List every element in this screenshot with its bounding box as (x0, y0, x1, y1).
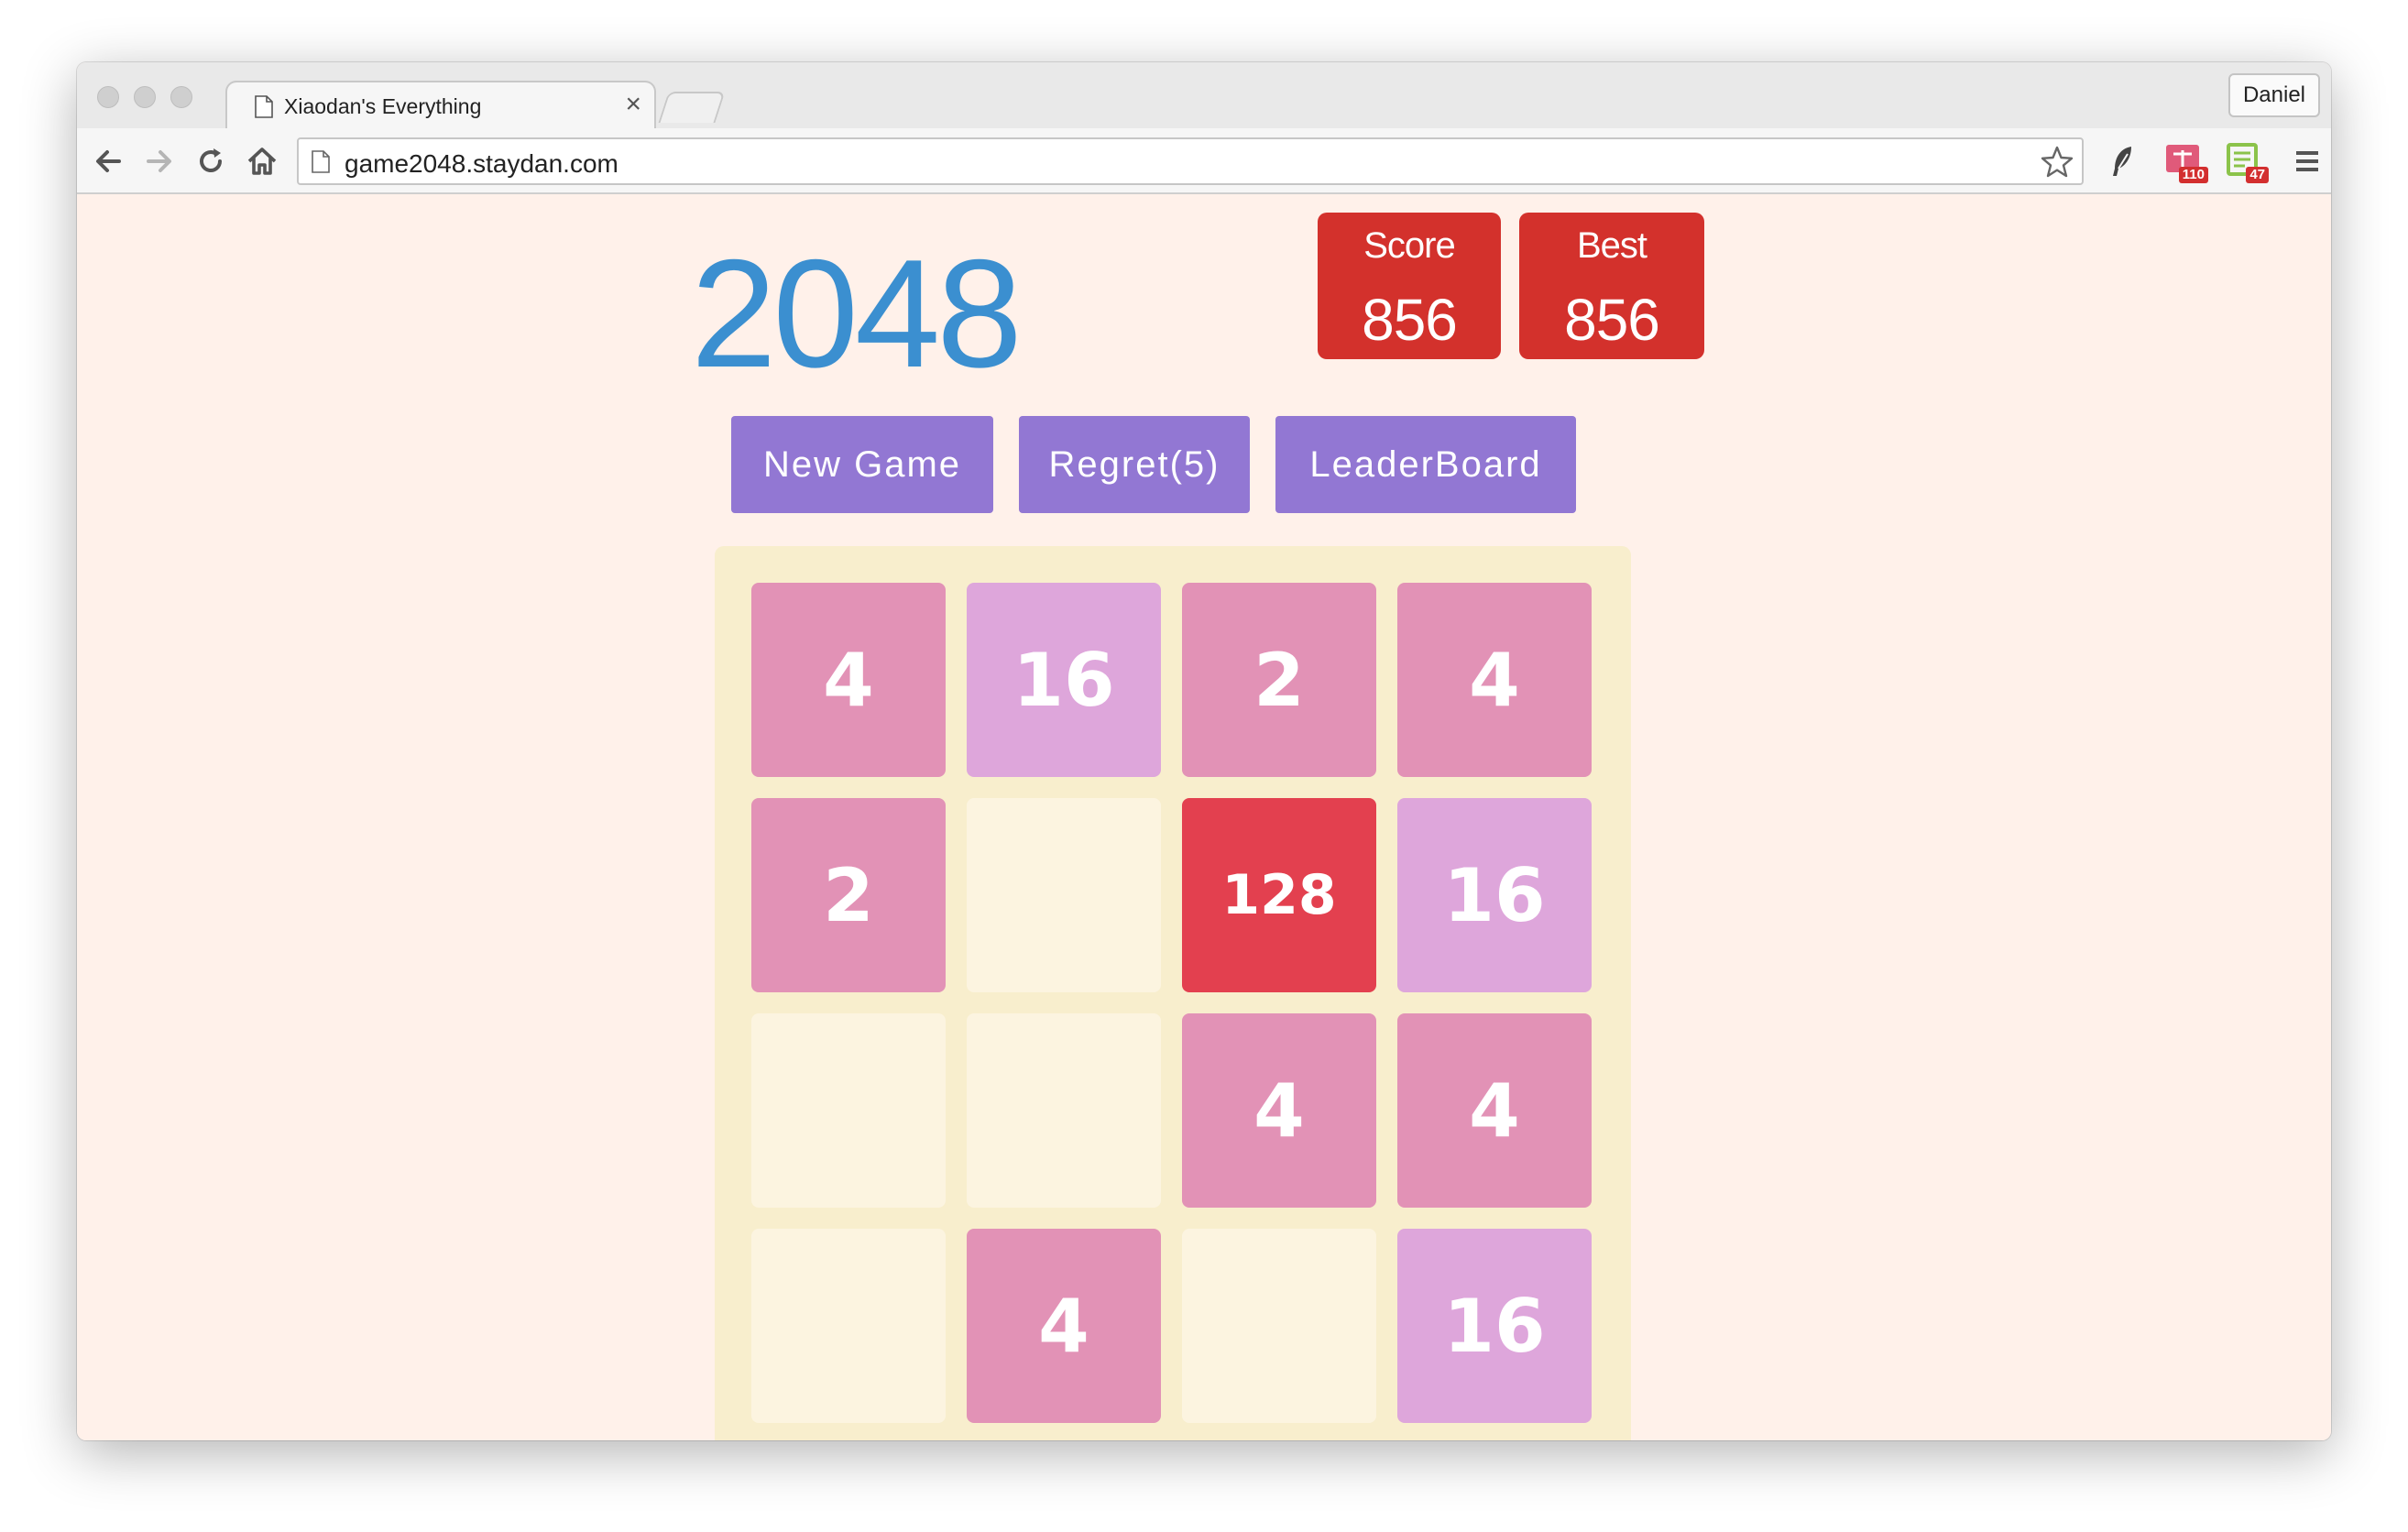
empty-cell (751, 1229, 946, 1423)
browser-tab[interactable]: Xiaodan's Everything × (225, 81, 656, 128)
tile-16: 16 (967, 583, 1161, 777)
tile-4: 4 (1182, 1013, 1376, 1208)
home-icon[interactable] (246, 145, 279, 178)
tile-4: 4 (967, 1229, 1161, 1423)
tile-4: 4 (1397, 1013, 1592, 1208)
back-arrow-icon[interactable] (92, 145, 125, 178)
address-bar[interactable] (297, 137, 2084, 185)
profile-button[interactable]: Daniel (2227, 73, 2320, 117)
tile-4: 4 (751, 583, 946, 777)
page-icon (255, 95, 273, 118)
empty-cell (1182, 1229, 1376, 1423)
score-box: Score 856 (1318, 213, 1501, 359)
regret-button[interactable]: Regret(5) (1019, 416, 1250, 513)
ext-badge-count: 110 (2178, 167, 2208, 183)
tile-4: 4 (1397, 583, 1592, 777)
tile-16: 16 (1397, 1229, 1592, 1423)
empty-cell (751, 1013, 946, 1208)
tab-close-icon[interactable]: × (625, 89, 641, 120)
tile-16: 16 (1397, 798, 1592, 992)
new-game-button[interactable]: New Game (731, 416, 993, 513)
tab-strip: Xiaodan's Everything × Daniel (77, 62, 2331, 128)
empty-cell (967, 1013, 1161, 1208)
minimize-window-button[interactable] (134, 86, 156, 108)
tile-128: 128 (1182, 798, 1376, 992)
score-value: 856 (1362, 287, 1458, 353)
bookmark-star-icon[interactable] (2040, 145, 2074, 180)
game-board[interactable]: 4 16 2 4 2 128 16 4 4 4 16 (715, 546, 1631, 1440)
ext-feather-icon[interactable] (2104, 141, 2144, 181)
zoom-window-button[interactable] (170, 86, 192, 108)
leaderboard-button[interactable]: LeaderBoard (1275, 416, 1576, 513)
page-info-icon[interactable] (312, 150, 330, 173)
best-label: Best (1576, 225, 1647, 266)
tile-2: 2 (751, 798, 946, 992)
game-page: 2048 Score 856 Best 856 New Game Regret(… (77, 194, 2331, 1440)
tile-2: 2 (1182, 583, 1376, 777)
ext-badge-count: 47 (2246, 167, 2269, 183)
new-tab-button[interactable] (658, 92, 726, 123)
tab-title: Xiaodan's Everything (284, 94, 482, 118)
browser-toolbar: 110 47 (77, 128, 2331, 194)
ext-badge-green-icon[interactable]: 47 (2223, 141, 2269, 183)
menu-hamburger-icon[interactable] (2287, 141, 2327, 181)
score-label: Score (1363, 225, 1456, 266)
empty-cell (967, 798, 1161, 992)
browser-window: Xiaodan's Everything × Daniel game2048.s… (77, 62, 2331, 1440)
reload-icon[interactable] (194, 145, 227, 178)
best-box: Best 856 (1519, 213, 1704, 359)
url-input[interactable] (345, 149, 1902, 179)
game-title: 2048 (691, 227, 1023, 399)
best-value: 856 (1564, 287, 1660, 353)
forward-arrow-icon[interactable] (143, 145, 176, 178)
close-window-button[interactable] (97, 86, 119, 108)
ext-badge-red-icon[interactable]: 110 (2162, 141, 2208, 183)
